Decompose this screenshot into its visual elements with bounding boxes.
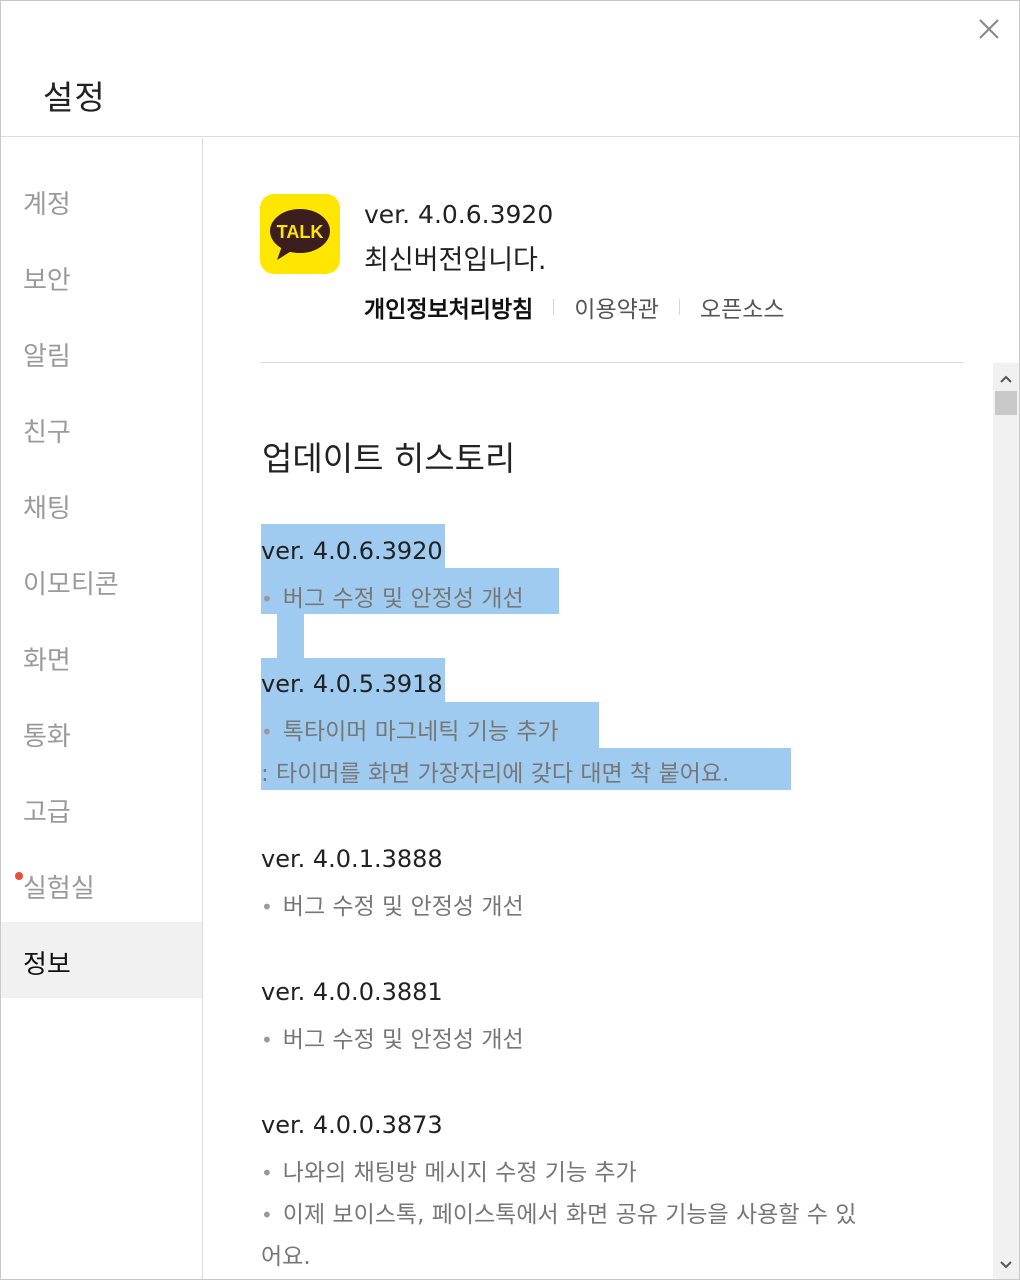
- sidebar-item-security[interactable]: 보안: [1, 238, 202, 314]
- info-panel: TALK ver. 4.0.6.3920 최신버전입니다. 개인정보처리방침 이용…: [204, 138, 1019, 1279]
- sidebar-item-notifications[interactable]: 알림: [1, 314, 202, 390]
- chevron-up-icon: [1000, 375, 1012, 383]
- sidebar-item-labs[interactable]: 실험실: [1, 846, 202, 922]
- sidebar-item-label: 채팅: [23, 494, 71, 524]
- update-history-title: 업데이트 히스토리: [262, 439, 516, 478]
- note-text: 이제 보이스톡, 페이스톡에서 화면 공유 기능을 사용할 수 있: [282, 1202, 857, 1228]
- sidebar-item-display[interactable]: 화면: [1, 618, 202, 694]
- scroll-down-button[interactable]: [993, 1251, 1019, 1279]
- new-badge-dot: [15, 872, 23, 880]
- sidebar-item-label: 화면: [23, 646, 71, 676]
- bullet: •: [261, 1203, 273, 1227]
- vertical-scrollbar[interactable]: [993, 363, 1019, 1279]
- sidebar-item-label: 이모티콘: [23, 570, 119, 600]
- history-version: ver. 4.0.1.3888: [261, 845, 443, 873]
- sidebar-item-info[interactable]: 정보: [1, 922, 202, 998]
- section-divider: [260, 362, 964, 363]
- title-bar: 설정: [1, 1, 1019, 137]
- current-version: ver. 4.0.6.3920: [364, 200, 554, 229]
- history-note: • 버그 수정 및 안정성 개선: [261, 1020, 524, 1054]
- bullet: •: [261, 1161, 273, 1185]
- kakaotalk-logo: TALK: [260, 194, 340, 274]
- sidebar-item-chat[interactable]: 채팅: [1, 466, 202, 542]
- close-button[interactable]: [973, 13, 1005, 45]
- history-note: • 버그 수정 및 안정성 개선: [261, 579, 524, 613]
- history-note: • 나와의 채팅방 메시지 수정 기능 추가: [261, 1153, 637, 1187]
- scroll-thumb[interactable]: [995, 391, 1017, 415]
- bullet: •: [261, 720, 273, 744]
- note-text: 버그 수정 및 안정성 개선: [282, 586, 524, 612]
- history-version: ver. 4.0.6.3920: [261, 537, 443, 565]
- legal-links: 개인정보처리방침 이용약관 오픈소스: [364, 290, 785, 324]
- close-icon: [979, 19, 999, 39]
- sidebar-item-label: 고급: [23, 798, 71, 828]
- sidebar-item-label: 통화: [23, 722, 71, 752]
- bullet: •: [261, 587, 273, 611]
- link-separator: [553, 299, 555, 315]
- settings-sidebar: 계정 보안 알림 친구 채팅 이모티콘 화면 통화 고급 실험실 정보: [1, 138, 203, 1279]
- bullet: •: [261, 895, 273, 919]
- talk-bubble-icon: TALK: [270, 209, 330, 260]
- sidebar-item-friends[interactable]: 친구: [1, 390, 202, 466]
- note-text: 어요.: [261, 1244, 311, 1270]
- sidebar-item-label: 보안: [23, 266, 71, 296]
- note-text: 톡타이머 마그네틱 기능 추가: [282, 719, 559, 745]
- note-text: 나와의 채팅방 메시지 수정 기능 추가: [282, 1160, 637, 1186]
- history-version: ver. 4.0.5.3918: [261, 670, 443, 698]
- sidebar-item-advanced[interactable]: 고급: [1, 770, 202, 846]
- logo-text: TALK: [277, 222, 324, 242]
- version-status: 최신버전입니다.: [364, 245, 547, 276]
- sidebar-item-label: 알림: [23, 342, 71, 372]
- history-note: • 톡타이머 마그네틱 기능 추가: [261, 712, 559, 746]
- history-note: : 타이머를 화면 가장자리에 갖다 대면 착 붙어요.: [261, 754, 729, 788]
- text-selection: [277, 614, 304, 658]
- window-title: 설정: [43, 78, 106, 117]
- sidebar-item-label: 실험실: [23, 874, 95, 904]
- sidebar-item-account[interactable]: 계정: [1, 162, 202, 238]
- sidebar-item-label: 친구: [23, 418, 71, 448]
- sidebar-item-label: 정보: [23, 950, 71, 980]
- open-source-link[interactable]: 오픈소스: [700, 290, 785, 324]
- history-note: • 버그 수정 및 안정성 개선: [261, 887, 524, 921]
- history-note: • 이제 보이스톡, 페이스톡에서 화면 공유 기능을 사용할 수 있: [261, 1195, 856, 1229]
- history-version: ver. 4.0.0.3881: [261, 978, 443, 1006]
- sidebar-item-label: 계정: [23, 190, 71, 220]
- chevron-down-icon: [1000, 1261, 1012, 1269]
- privacy-policy-link[interactable]: 개인정보처리방침: [364, 290, 533, 324]
- note-text: 버그 수정 및 안정성 개선: [282, 894, 524, 920]
- terms-link[interactable]: 이용약관: [574, 290, 659, 324]
- scroll-up-button[interactable]: [993, 365, 1019, 393]
- note-text: 버그 수정 및 안정성 개선: [282, 1027, 524, 1053]
- bullet: •: [261, 1028, 273, 1052]
- sidebar-item-calls[interactable]: 통화: [1, 694, 202, 770]
- history-version: ver. 4.0.0.3873: [261, 1111, 443, 1139]
- note-text: : 타이머를 화면 가장자리에 갖다 대면 착 붙어요.: [261, 761, 730, 787]
- settings-window: 설정 계정 보안 알림 친구 채팅 이모티콘 화면 통화 고급 실험실 정보 T…: [0, 0, 1020, 1280]
- link-separator: [678, 299, 680, 315]
- sidebar-item-emoticons[interactable]: 이모티콘: [1, 542, 202, 618]
- history-note: 어요.: [261, 1237, 311, 1271]
